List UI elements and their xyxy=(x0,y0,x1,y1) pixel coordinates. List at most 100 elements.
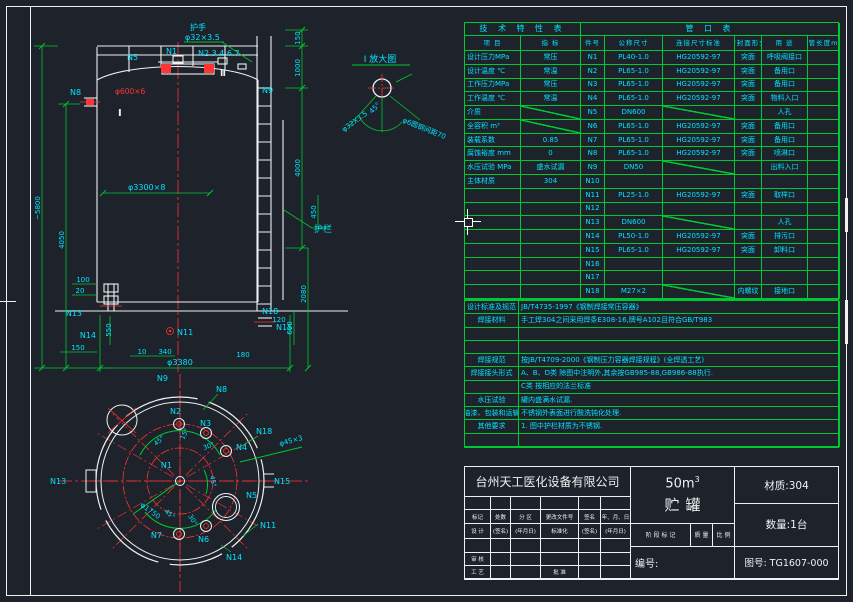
table-cell: 内螺纹 xyxy=(735,285,762,299)
table-cell xyxy=(735,216,762,230)
stage-row: 阶 段 标 记 质 量 比 例 xyxy=(631,524,735,547)
dim-mid-height: 4050 xyxy=(58,231,66,249)
table-cell: 突面 xyxy=(735,244,762,258)
table-cell: 喷淋口 xyxy=(762,147,808,161)
table-cell: 主体材质 xyxy=(465,175,521,189)
table-cell: 出料入口 xyxy=(762,161,808,175)
sign-craft: 工 艺 xyxy=(465,566,491,579)
table-cell xyxy=(663,285,735,299)
table-cell: HG20592-97 xyxy=(663,92,735,106)
table-cell: 常温 xyxy=(521,65,581,79)
dim-10: 10 xyxy=(138,348,147,356)
table-cell: N16 xyxy=(581,258,605,272)
table-cell: PL40-1.0 xyxy=(605,51,663,65)
plan-label-n9: N9 xyxy=(157,374,168,383)
table-cell xyxy=(521,203,581,217)
table-cell xyxy=(521,216,581,230)
table-cell: 突面 xyxy=(735,65,762,79)
table-cell: N18 xyxy=(581,285,605,299)
table-cell: 水压试验 xyxy=(465,394,519,407)
elevation-view: 护手 φ32×3.5 N5 N1 N2.3.4.6.7 N8 N9 护栏 φ33… xyxy=(34,22,348,372)
table-cell: HG20592-97 xyxy=(663,65,735,79)
dim-4000: 4000 xyxy=(294,159,302,177)
table-cell xyxy=(465,189,521,203)
spec-and-nozzle-table: 技 术 特 性 表 管 口 表 项 目 指 标 件号 公称尺寸 连接尺寸标准 密… xyxy=(464,22,839,300)
rev-hdr-date: 年、月、日 xyxy=(601,510,631,524)
table-cell xyxy=(663,106,735,120)
sign-check: 审 核 xyxy=(465,553,491,566)
table-cell: 设计温度 ℃ xyxy=(465,65,521,79)
plan-label-n1: N1 xyxy=(161,461,172,470)
table-cell xyxy=(808,271,840,285)
table-cell: 焊接规范 xyxy=(465,354,519,367)
table-cell: PL50-1.0 xyxy=(605,230,663,244)
table-cell: 突面 xyxy=(735,120,762,134)
table-cell xyxy=(808,258,840,272)
table-cell: 突面 xyxy=(735,134,762,148)
table-cell: N5 xyxy=(581,106,605,120)
table-cell: 工作温度 ℃ xyxy=(465,92,521,106)
nozzle-label-n1: N1 xyxy=(166,47,177,56)
table-cell xyxy=(808,230,840,244)
table-cell: HG20592-97 xyxy=(663,189,735,203)
table-cell: N2 xyxy=(581,65,605,79)
table-cell xyxy=(521,258,581,272)
table-cell xyxy=(762,175,808,189)
table-cell: DN600 xyxy=(605,216,663,230)
nozzle-label-n14: N14 xyxy=(80,331,96,340)
table-cell: 接地口 xyxy=(762,285,808,299)
sign-sig: (签名) xyxy=(491,524,511,539)
rev-hdr-sign: 签名 xyxy=(579,510,601,524)
table-cell: N15 xyxy=(581,244,605,258)
nozzle-table-title: 管 口 表 xyxy=(581,23,840,36)
table-cell: N17 xyxy=(581,271,605,285)
table-cell: 其他要求 xyxy=(465,420,519,433)
table-cell: 人孔 xyxy=(762,216,808,230)
table-cell: 腐蚀裕度 mm xyxy=(465,147,521,161)
handrail-size-label: φ32×3.5 xyxy=(185,33,220,42)
dim-20: 20 xyxy=(76,287,85,295)
table-cell: 备用口 xyxy=(762,120,808,134)
table-cell: N3 xyxy=(581,79,605,93)
drawing-sheet: 护手 φ32×3.5 N5 N1 N2.3.4.6.7 N8 N9 护栏 φ33… xyxy=(0,0,853,602)
table-cell: 0.85 xyxy=(521,134,581,148)
table-cell: HG20592-97 xyxy=(663,147,735,161)
table-cell: 呼吸阀接口 xyxy=(762,51,808,65)
table-cell: 突面 xyxy=(735,230,762,244)
table-cell xyxy=(605,203,663,217)
table-cell xyxy=(808,244,840,258)
table-cell xyxy=(521,230,581,244)
table-cell: PL25-1.0 xyxy=(605,189,663,203)
table-cell: 突面 xyxy=(735,51,762,65)
nozzle-label-n9: N9 xyxy=(262,86,273,95)
table-cell: 取样口 xyxy=(762,189,808,203)
plan-label-n6: N6 xyxy=(198,535,209,544)
table-cell: 排污口 xyxy=(762,230,808,244)
detail-title: I 放大图 xyxy=(364,53,397,65)
plan-label-n7: N7 xyxy=(151,531,162,540)
table-cell: PL65-1.0 xyxy=(605,134,663,148)
dim-100: 100 xyxy=(76,276,89,284)
dim-180: 180 xyxy=(236,351,249,359)
drawing-no-cell: 图号: TG1607-000 xyxy=(735,547,838,579)
table-cell: N6 xyxy=(581,120,605,134)
dim-150b: 150 xyxy=(71,344,84,352)
dim-650: 650 xyxy=(286,321,294,334)
table-cell: C类 按相应的法兰标准 xyxy=(519,381,840,394)
nozzle-col-std: 连接尺寸标准 xyxy=(663,36,735,51)
table-cell xyxy=(465,328,519,341)
section-mark-2: Ⅱ xyxy=(220,69,226,79)
table-cell xyxy=(521,285,581,299)
table-cell xyxy=(808,134,840,148)
table-cell: 人孔 xyxy=(762,106,808,120)
table-cell xyxy=(521,106,581,120)
quality-label: 质 量 xyxy=(691,524,713,547)
revision-grid: 标记 处数 分 区 更改文件号 签名 年、月、日 设 计 (签名) (年月日) … xyxy=(465,497,631,579)
table-cell xyxy=(735,271,762,285)
table-cell: 0 xyxy=(521,147,581,161)
table-cell: 装载系数 xyxy=(465,134,521,148)
quantity-cell: 数量:1台 xyxy=(735,504,838,546)
table-cell xyxy=(465,216,521,230)
table-cell: 工作压力MPa xyxy=(465,79,521,93)
table-cell xyxy=(663,203,735,217)
